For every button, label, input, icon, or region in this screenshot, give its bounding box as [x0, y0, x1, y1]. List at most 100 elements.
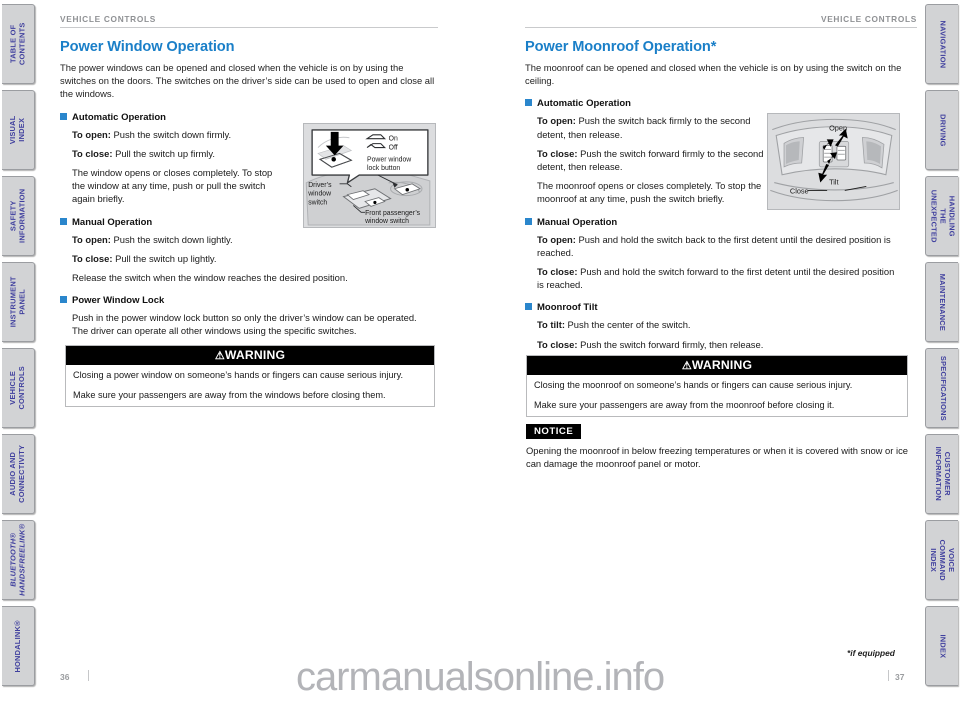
- warning-line: Make sure your passengers are away from …: [73, 389, 386, 400]
- instruction-line: The moonroof opens or closes completely.…: [537, 179, 765, 205]
- sidebar-item-label: HONDALINK®: [12, 619, 22, 673]
- warning-triangle-icon: ⚠: [681, 360, 692, 372]
- bullet-square-icon: [60, 112, 67, 120]
- bullet-square-icon: [525, 217, 532, 225]
- intro-paragraph: The moonroof can be opened and closed wh…: [525, 62, 902, 87]
- sidebar-item-label: SPECIFICATIONS: [938, 355, 948, 421]
- sidebar-item-label: SAFETY INFORMATION: [8, 188, 26, 244]
- bullet-square-icon: [60, 217, 67, 225]
- warning-body: Closing the moonroof on someone’s hands …: [527, 375, 907, 416]
- warning-box-moonroof: ⚠WARNING Closing the moonroof on someone…: [526, 355, 908, 418]
- warning-box-power-window: ⚠WARNING Closing a power window on someo…: [65, 345, 435, 408]
- figure-label-drivers-line1: Driver’s: [308, 182, 332, 189]
- warning-triangle-icon: ⚠: [214, 350, 225, 362]
- instruction-lead: To open:: [537, 115, 576, 127]
- moonroof-switch-diagram: Open Tilt Close: [767, 113, 900, 210]
- sidebar-item-maintenance[interactable]: MAINTENANCE: [925, 262, 958, 342]
- sidebar-item-label: INDEX: [938, 634, 948, 658]
- section-heading-label: Manual Operation: [72, 216, 153, 228]
- section-heading-moonroof-tilt: Moonroof Tilt: [525, 302, 917, 313]
- instruction-lead: To open:: [72, 128, 111, 140]
- instruction-lead: To close:: [537, 266, 578, 278]
- instruction-lead: To close:: [537, 338, 578, 350]
- sidebar-item-safety-information[interactable]: SAFETY INFORMATION: [2, 176, 35, 256]
- instruction-line: To close: Push the switch forward firmly…: [537, 147, 765, 173]
- instruction-lead: To open:: [72, 233, 111, 245]
- instruction-text: Release the switch when the window reach…: [72, 272, 348, 284]
- instruction-text: Push in the power window lock button so …: [72, 312, 417, 337]
- sidebar-item-label: NAVIGATION: [938, 20, 948, 68]
- instruction-line: The window opens or closes completely. T…: [72, 166, 287, 206]
- instruction-line: Push in the power window lock button so …: [72, 311, 424, 337]
- figure-label-on: On: [389, 136, 398, 143]
- sidebar-item-instrument-panel[interactable]: INSTRUMENT PANEL: [2, 262, 35, 342]
- instruction-line: To close: Push the switch forward firmly…: [537, 338, 917, 351]
- instruction-text: Push the switch forward firmly, then rel…: [577, 338, 764, 350]
- section-heading-power-window-lock: Power Window Lock: [60, 295, 438, 306]
- instruction-text: Push the switch down lightly.: [110, 233, 233, 245]
- warning-title: WARNING: [691, 358, 753, 372]
- section-body-moonroof-tilt: To tilt: Push the center of the switch. …: [537, 318, 917, 350]
- sidebar-item-vehicle-controls[interactable]: VEHICLE CONTROLS: [2, 348, 35, 428]
- figure-label-passenger-line1: Front passenger’s: [365, 210, 421, 217]
- bullet-square-icon: [525, 99, 532, 107]
- header-rule: [60, 27, 438, 28]
- sidebar-right: NAVIGATION DRIVING HANDLING THE UNEXPECT…: [924, 0, 960, 703]
- instruction-text: Pull the switch up firmly.: [112, 147, 215, 159]
- page-title-power-window: Power Window Operation: [60, 39, 235, 55]
- sidebar-item-label: MAINTENANCE: [938, 273, 948, 331]
- instruction-text: Push the center of the switch.: [564, 319, 691, 331]
- sidebar-item-handling-the-unexpected[interactable]: HANDLING THE UNEXPECTED: [925, 176, 958, 256]
- sidebar-item-table-of-contents[interactable]: TABLE OF CONTENTS: [2, 4, 35, 84]
- sidebar-item-index[interactable]: INDEX: [925, 606, 958, 686]
- sidebar-item-bluetooth-handsfreelink[interactable]: BLUETOOTH® HANDSFREELINK®: [2, 520, 35, 600]
- sidebar-item-voice-command-index[interactable]: VOICE COMMAND INDEX: [925, 520, 958, 600]
- sidebar-item-label: VISUAL INDEX: [8, 115, 26, 145]
- notice-block-moonroof: NOTICE Opening the moonroof in below fre…: [526, 421, 908, 470]
- power-window-switch-diagram: On Off Power window lock button Driver’s…: [303, 123, 436, 228]
- instruction-lead: To close:: [537, 147, 578, 159]
- section-heading-label: Automatic Operation: [537, 98, 631, 110]
- sidebar-item-customer-information[interactable]: CUSTOMER INFORMATION: [925, 434, 958, 514]
- figure-label-off: Off: [389, 145, 398, 152]
- page-number-divider: [888, 670, 889, 681]
- sidebar-item-label: TABLE OF CONTENTS: [8, 22, 27, 66]
- warning-line: Closing a power window on someone’s hand…: [73, 370, 404, 380]
- running-header-left: VEHICLE CONTROLS: [60, 14, 157, 24]
- figure-label-open: Open: [829, 124, 847, 133]
- instruction-text: The window opens or closes completely. T…: [72, 167, 273, 205]
- site-watermark: carmanualsonline.info: [295, 655, 665, 699]
- bullet-square-icon: [60, 296, 67, 304]
- sidebar-item-driving[interactable]: DRIVING: [925, 90, 958, 170]
- figure-label-tilt: Tilt: [829, 178, 839, 187]
- instruction-text: Push and hold the switch forward to the …: [537, 266, 895, 291]
- instruction-line: Release the switch when the window reach…: [72, 271, 438, 284]
- warning-line: Closing the moonroof on someone’s hands …: [534, 380, 853, 390]
- sidebar-item-label: BLUETOOTH® HANDSFREELINK®: [8, 523, 26, 597]
- instruction-line: To tilt: Push the center of the switch.: [537, 318, 917, 331]
- sidebar-item-label: VEHICLE CONTROLS: [8, 366, 26, 410]
- section-body-power-window-lock: Push in the power window lock button so …: [72, 311, 438, 337]
- instruction-lead: To close:: [72, 252, 113, 264]
- sidebar-item-specifications[interactable]: SPECIFICATIONS: [925, 348, 958, 428]
- figure-label-close: Close: [790, 186, 809, 195]
- footnote-if-equipped: *if equipped: [847, 648, 895, 658]
- notice-tag: NOTICE: [526, 424, 582, 439]
- instruction-text: Pull the switch up lightly.: [112, 252, 217, 264]
- page-number-left: 36: [60, 672, 70, 682]
- sidebar-item-audio-and-connectivity[interactable]: AUDIO AND CONNECTIVITY: [2, 434, 35, 514]
- figure-label-drivers-line2: window: [307, 191, 331, 198]
- warning-bar: ⚠WARNING: [66, 346, 434, 365]
- sidebar-item-navigation[interactable]: NAVIGATION: [925, 4, 958, 84]
- intro-paragraph: The power windows can be opened and clos…: [60, 62, 435, 100]
- section-body-manual-operation: To open: Push the switch down lightly. T…: [72, 233, 438, 285]
- sidebar-item-visual-index[interactable]: VISUAL INDEX: [2, 90, 35, 170]
- sidebar-item-label: HANDLING THE UNEXPECTED: [929, 189, 957, 243]
- figure-label-passenger-line2: window switch: [364, 218, 409, 225]
- instruction-line: To open: Push the switch back firmly to …: [537, 114, 765, 140]
- instruction-line: To close: Pull the switch up lightly.: [72, 252, 438, 265]
- sidebar-item-hondalink[interactable]: HONDALINK®: [2, 606, 35, 686]
- figure-label-lock-button-line1: Power window: [367, 156, 411, 163]
- section-heading-label: Automatic Operation: [72, 111, 166, 123]
- instruction-line: To close: Push and hold the switch forwa…: [537, 265, 897, 291]
